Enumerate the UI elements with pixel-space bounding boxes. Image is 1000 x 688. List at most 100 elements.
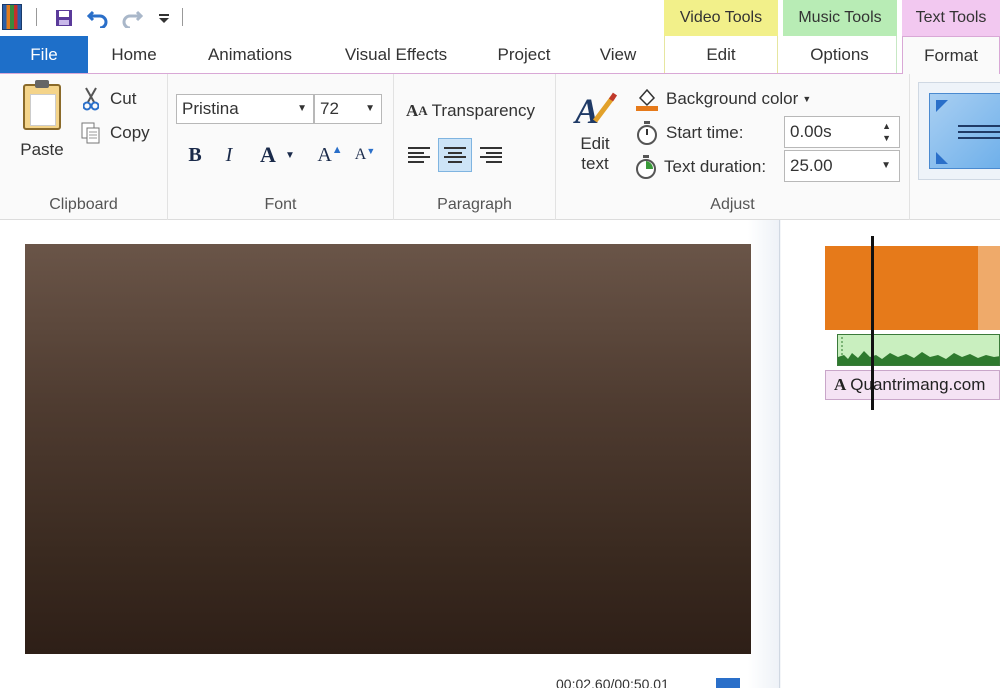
ribbon-tabs: File Home Animations Visual Effects Proj…	[0, 36, 1000, 74]
align-right-button[interactable]	[474, 138, 508, 172]
tab-format[interactable]: Format	[902, 36, 1000, 74]
font-family-value: Pristina	[182, 99, 239, 118]
text-duration-label: Text duration:	[664, 157, 767, 176]
cut-button[interactable]: Cut	[80, 86, 136, 112]
tab-project[interactable]: Project	[482, 36, 566, 73]
scissors-icon	[80, 87, 102, 111]
font-color-button[interactable]: A	[256, 140, 280, 170]
copy-icon	[80, 122, 102, 144]
paste-button[interactable]: Paste	[14, 80, 70, 168]
tab-home[interactable]: Home	[88, 36, 180, 73]
text-clip[interactable]: A Quantrimang.com	[825, 370, 1000, 400]
font-group: Pristina ▼ 72 ▼ B I A ▼ A ▲ A ▼ Font	[168, 74, 394, 220]
qat-separator	[182, 8, 183, 26]
clipboard-icon	[23, 80, 61, 130]
quick-access-toolbar	[0, 0, 660, 36]
storyboard-timeline: A Quantrimang.com	[781, 220, 1000, 688]
customize-qat-icon[interactable]	[152, 6, 176, 30]
align-left-icon	[408, 147, 430, 163]
context-video-tools: Video Tools	[664, 0, 778, 36]
background-color-button[interactable]: Background color ▼	[634, 86, 811, 112]
shrink-font-button[interactable]: A ▼	[352, 140, 378, 170]
text-effects-gallery[interactable]	[918, 82, 1000, 180]
transparency-label: Transparency	[431, 101, 535, 120]
arrow-up-icon: ▲	[331, 144, 343, 156]
cut-label: Cut	[110, 89, 137, 108]
start-time-input[interactable]: 0.00s ▲ ▼	[784, 116, 900, 148]
undo-icon[interactable]	[86, 6, 110, 30]
chevron-down-icon[interactable]: ▼	[282, 140, 298, 170]
effect-arrows-icon	[936, 100, 1000, 164]
transparency-icon: AA	[406, 101, 428, 120]
tab-edit[interactable]: Edit	[664, 36, 778, 73]
adjust-group: A Edit text Background color ▼ Start tim…	[556, 74, 910, 220]
paragraph-group: AA Transparency Paragraph	[394, 74, 556, 220]
save-icon[interactable]	[52, 6, 76, 30]
stopwatch-icon	[634, 121, 660, 145]
svg-text:A: A	[573, 91, 599, 129]
video-preview[interactable]	[25, 244, 751, 654]
playback-timecode: 00:02.60/00:50.01	[556, 676, 669, 688]
context-music-tools: Music Tools	[783, 0, 897, 36]
edit-text-label-2: text	[581, 154, 609, 173]
shrink-font-label: A	[354, 146, 367, 163]
arrow-down-icon: ▼	[366, 146, 376, 156]
playhead[interactable]	[871, 236, 874, 410]
waveform-icon	[838, 337, 999, 365]
bold-button[interactable]: B	[182, 140, 208, 170]
paint-bucket-icon	[634, 87, 660, 111]
font-group-label: Font	[264, 196, 297, 213]
spinner-arrows-icon[interactable]: ▲ ▼	[882, 120, 891, 144]
italic-button[interactable]: I	[216, 140, 242, 170]
preview-pane: 00:02.60/00:50.01	[0, 220, 780, 688]
effect-thumbnail[interactable]	[929, 93, 1000, 169]
tab-options[interactable]: Options	[783, 36, 897, 73]
video-clip[interactable]	[825, 246, 1000, 330]
copy-button[interactable]: Copy	[80, 120, 150, 146]
audio-clip[interactable]	[837, 334, 1000, 366]
tab-animations[interactable]: Animations	[190, 36, 310, 73]
ribbon: Paste Cut Copy Clipboard Pristina ▼ 72 ▼…	[0, 74, 1000, 220]
edit-text-icon: A	[573, 88, 617, 130]
text-duration-value: 25.00	[790, 156, 833, 175]
text-duration-row: Text duration:	[634, 154, 766, 180]
clipboard-group-label: Clipboard	[49, 196, 118, 213]
grow-font-label: A	[317, 143, 332, 166]
fullscreen-icon[interactable]	[716, 678, 740, 688]
chevron-down-icon: ▼	[365, 103, 375, 114]
align-right-icon	[480, 147, 502, 163]
font-size-value: 72	[320, 99, 339, 118]
font-family-dropdown[interactable]: Pristina ▼	[176, 94, 314, 124]
chevron-down-icon: ▼	[802, 94, 812, 104]
chevron-down-icon: ▼	[881, 160, 891, 171]
chevron-down-icon: ▼	[297, 103, 307, 114]
start-time-value: 0.00s	[790, 122, 832, 141]
align-center-button[interactable]	[438, 138, 472, 172]
redo-icon[interactable]	[120, 6, 144, 30]
tab-visual-effects[interactable]: Visual Effects	[322, 36, 470, 73]
transparency-button[interactable]: AA Transparency	[406, 98, 535, 124]
font-size-dropdown[interactable]: 72 ▼	[314, 94, 382, 124]
workspace: 00:02.60/00:50.01 A Quantrimang.com	[0, 220, 1000, 688]
app-icon[interactable]	[2, 4, 22, 30]
edit-text-button[interactable]: A Edit text	[570, 88, 620, 184]
qat-separator	[36, 8, 37, 26]
tab-view[interactable]: View	[580, 36, 656, 73]
video-clip-next-frame	[978, 246, 1000, 330]
text-duration-dropdown[interactable]: 25.00 ▼	[784, 150, 900, 182]
start-time-label: Start time:	[666, 123, 744, 142]
edit-text-label-1: Edit	[580, 134, 610, 153]
paste-label: Paste	[20, 140, 64, 159]
text-clip-icon: A	[834, 375, 847, 394]
duration-stopwatch-icon	[634, 155, 660, 179]
grow-font-button[interactable]: A ▲	[316, 140, 344, 170]
align-left-button[interactable]	[402, 138, 436, 172]
background-color-label: Background color	[666, 89, 799, 108]
start-time-row: Start time:	[634, 120, 743, 146]
paragraph-group-label: Paragraph	[437, 196, 512, 213]
context-text-tools: Text Tools	[902, 0, 1000, 36]
tab-file[interactable]: File	[0, 36, 88, 73]
copy-label: Copy	[110, 123, 150, 142]
align-center-icon	[444, 147, 466, 163]
clipboard-group: Paste Cut Copy Clipboard	[0, 74, 168, 220]
